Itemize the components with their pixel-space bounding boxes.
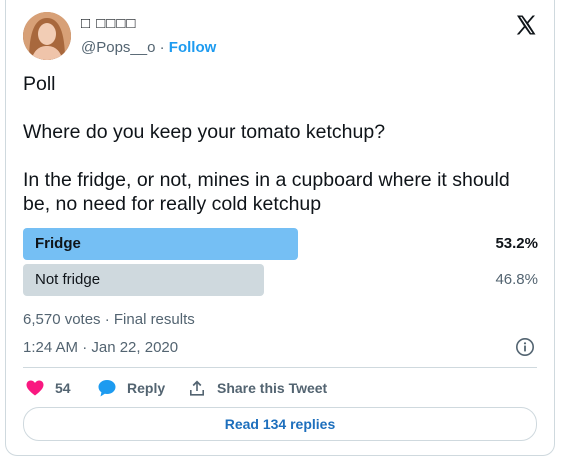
share-icon <box>190 380 204 396</box>
poll-option-label: Fridge <box>35 235 81 252</box>
avatar[interactable] <box>23 12 71 60</box>
poll-option-label: Not fridge <box>35 271 101 288</box>
like-button[interactable]: 54 <box>25 378 71 398</box>
info-icon[interactable] <box>515 337 535 357</box>
handle-separator: · <box>155 39 169 56</box>
share-label: Share this Tweet <box>217 380 328 396</box>
read-replies-button[interactable]: Read 134 replies <box>23 407 537 441</box>
share-button[interactable]: Share this Tweet <box>187 378 327 398</box>
reply-button[interactable]: Reply <box>97 378 165 398</box>
divider <box>23 367 537 368</box>
author-handle-row: @Pops__o · Follow <box>81 39 216 56</box>
reply-label: Reply <box>127 380 166 396</box>
author-handle[interactable]: @Pops__o <box>81 39 155 56</box>
tweet-card: □ □□□□ @Pops__o · Follow Poll Where do y… <box>5 0 555 456</box>
tweet-timestamp[interactable]: 1:24 AM · Jan 22, 2020 <box>23 339 178 356</box>
like-count: 54 <box>55 380 71 396</box>
poll-summary: 6,570 votes · Final results <box>23 311 195 328</box>
poll-option-percent: 46.8% <box>495 271 538 288</box>
tweet-text: Poll Where do you keep your tomato ketch… <box>23 73 510 215</box>
reply-bubble-icon <box>98 380 116 397</box>
author-display-name[interactable]: □ □□□□ <box>81 15 136 32</box>
follow-link[interactable]: Follow <box>169 39 217 56</box>
poll-option-percent: 53.2% <box>495 235 538 252</box>
x-logo-icon[interactable] <box>514 13 538 37</box>
heart-icon <box>26 380 44 396</box>
